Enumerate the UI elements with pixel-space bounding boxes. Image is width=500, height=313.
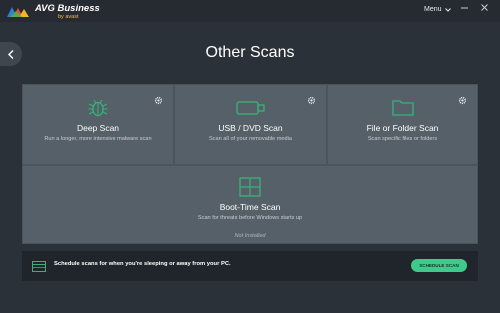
deep-scan-tile[interactable]: Deep Scan Run a longer, more intensive m… <box>23 85 173 164</box>
usb-dvd-scan-settings-icon[interactable] <box>307 96 316 105</box>
app-vendor: by avast <box>58 14 79 20</box>
chevron-down-icon <box>444 7 451 12</box>
minimize-button[interactable] <box>461 4 468 13</box>
close-icon <box>481 4 488 11</box>
close-button[interactable] <box>481 4 488 13</box>
deep-scan-title: Deep Scan <box>76 123 120 133</box>
folder-icon <box>392 100 414 116</box>
page-title: Other Scans <box>205 44 295 61</box>
calendar-icon <box>32 261 46 272</box>
usb-dvd-scan-tile[interactable]: USB / DVD Scan Scan all of your removabl… <box>175 85 326 164</box>
app-logo: AVG Business by avast <box>5 3 100 23</box>
windows-icon <box>239 177 261 197</box>
app-name: AVG Business <box>35 3 100 14</box>
deep-scan-settings-icon[interactable] <box>154 96 163 105</box>
boot-time-scan-tile[interactable]: Boot-Time Scan Scan for threats before W… <box>23 166 477 243</box>
file-folder-scan-title: File or Folder Scan <box>366 123 439 133</box>
scan-grid: Deep Scan Run a longer, more intensive m… <box>22 84 478 244</box>
usb-dvd-scan-title: USB / DVD Scan <box>218 123 283 133</box>
avg-logo-icon <box>7 7 29 17</box>
deep-scan-description: Run a longer, more intensive malware sca… <box>44 136 152 142</box>
file-folder-scan-settings-icon[interactable] <box>458 96 467 105</box>
menu-button[interactable]: Menu <box>424 6 451 13</box>
file-folder-scan-description: Scan specific files or folders <box>367 136 438 142</box>
boot-time-scan-description: Scan for threats before Windows starts u… <box>197 215 303 221</box>
title-bar: AVG Business by avast Menu <box>0 0 500 22</box>
minimize-icon <box>461 7 468 9</box>
schedule-bar: Schedule scans for when you're sleeping … <box>22 251 478 281</box>
menu-label: Menu <box>424 6 442 13</box>
schedule-text: Schedule scans for when you're sleeping … <box>54 261 231 267</box>
usb-drive-icon <box>236 101 265 115</box>
schedule-scan-button[interactable]: SCHEDULE SCAN <box>411 259 467 272</box>
bug-icon <box>88 99 108 117</box>
boot-time-status: Not Installed <box>234 233 266 239</box>
boot-time-scan-title: Boot-Time Scan <box>219 202 281 212</box>
usb-dvd-scan-description: Scan all of your removable media <box>208 136 293 142</box>
file-folder-scan-tile[interactable]: File or Folder Scan Scan specific files … <box>328 85 477 164</box>
